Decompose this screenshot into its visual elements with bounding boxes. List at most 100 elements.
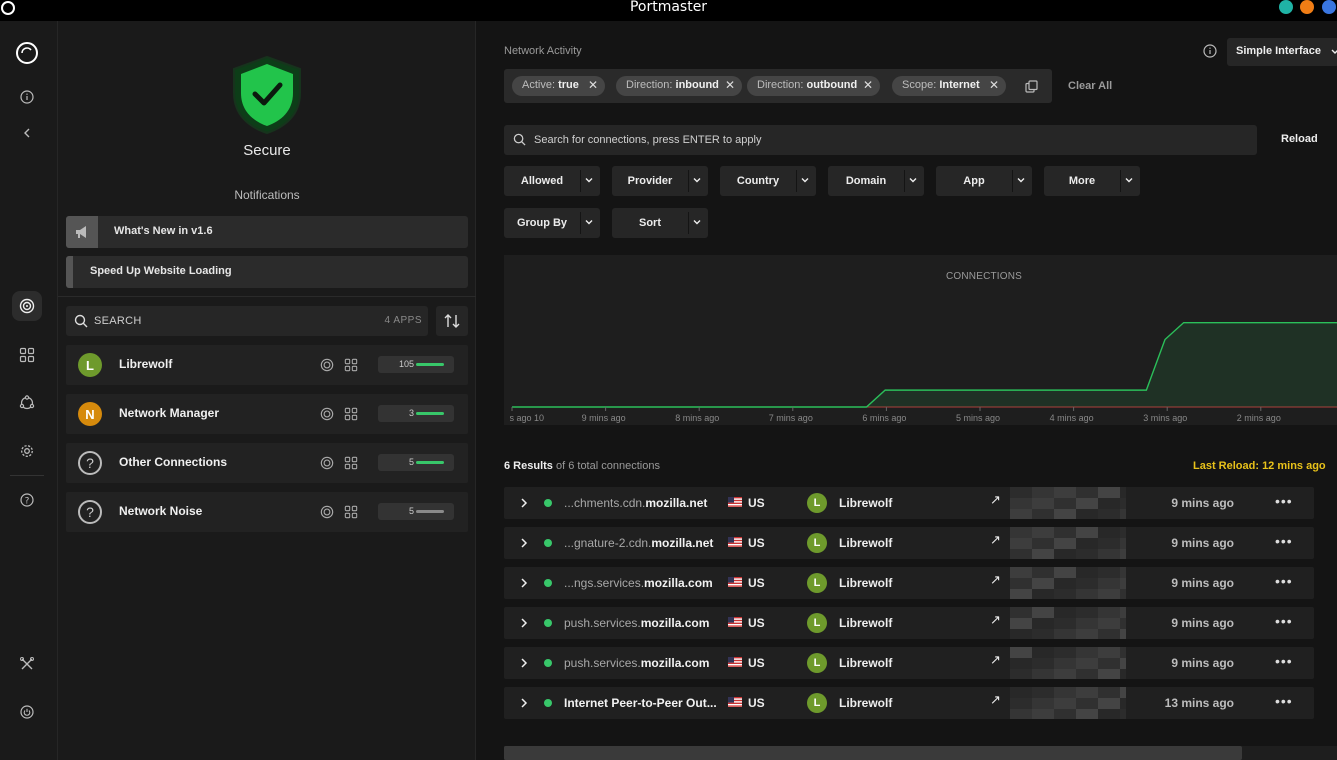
close-icon[interactable]: ✕ xyxy=(588,78,598,92)
more-options-icon[interactable]: ••• xyxy=(1275,653,1293,669)
chevron-down-icon[interactable] xyxy=(1124,175,1134,185)
chevron-left-icon xyxy=(24,128,30,138)
divider xyxy=(688,212,689,234)
radar-icon[interactable] xyxy=(320,505,334,519)
interface-mode-select[interactable]: Simple Interface xyxy=(1227,38,1337,66)
filter-chip-scope[interactable]: Scope: Internet ✕ xyxy=(892,76,1006,96)
nav-help[interactable]: ? xyxy=(12,485,42,515)
connection-row[interactable]: ...chments.cdn.mozilla.net US L Librewolf ↗ 9… xyxy=(504,487,1314,519)
clear-all-button[interactable]: Clear All xyxy=(1068,80,1112,92)
x-tick-label: 7 mins ago xyxy=(768,413,813,423)
nav-collapse[interactable] xyxy=(12,118,42,148)
x-tick-label: 8 mins ago xyxy=(675,413,720,423)
sort-filter-dropdown[interactable]: Sort xyxy=(612,208,708,238)
more-options-icon[interactable]: ••• xyxy=(1275,493,1293,509)
app-avatar: L xyxy=(807,573,827,593)
copy-icon[interactable] xyxy=(1025,80,1038,93)
nav-power[interactable] xyxy=(12,697,42,727)
nav-info[interactable] xyxy=(12,82,42,112)
minimize-button[interactable] xyxy=(1279,0,1293,14)
app-item-other-connections[interactable]: ? Other Connections 5 xyxy=(66,443,468,483)
chevron-right-icon[interactable] xyxy=(520,658,528,668)
app-search-input[interactable]: SEARCH 4 APPS xyxy=(66,306,428,336)
apps-grid-icon[interactable] xyxy=(344,456,358,470)
filter-chip-direction-outbound[interactable]: Direction: outbound ✕ xyxy=(747,76,880,96)
allowed-filter-dropdown[interactable]: Allowed xyxy=(504,166,600,196)
search-placeholder: SEARCH xyxy=(94,315,142,327)
app-item-network-manager[interactable]: N Network Manager 3 xyxy=(66,394,468,434)
us-flag-icon xyxy=(728,657,742,667)
group-by-filter-dropdown[interactable]: Group By xyxy=(504,208,600,238)
maximize-button[interactable] xyxy=(1300,0,1314,14)
connection-row[interactable]: ...ngs.services.mozilla.com US L Librewolf ↗… xyxy=(504,567,1314,599)
search-icon xyxy=(74,314,88,328)
divider xyxy=(796,170,797,192)
filter-chip-active[interactable]: Active: true ✕ xyxy=(512,76,605,96)
radar-icon[interactable] xyxy=(320,456,334,470)
radar-icon[interactable] xyxy=(320,358,334,372)
notification-accent xyxy=(66,256,73,288)
connection-domain: ...chments.cdn.mozilla.net xyxy=(564,496,708,510)
connection-time: 9 mins ago xyxy=(1171,656,1234,670)
domain-filter-dropdown[interactable]: Domain xyxy=(828,166,924,196)
close-icon[interactable]: ✕ xyxy=(989,78,999,92)
apps-grid-icon[interactable] xyxy=(344,358,358,372)
notification-speed-up[interactable]: Speed Up Website Loading xyxy=(66,256,468,288)
app-avatar: L xyxy=(78,353,102,377)
chevron-down-icon[interactable] xyxy=(692,217,702,227)
app-filter-dropdown[interactable]: App xyxy=(936,166,1032,196)
country-filter-dropdown[interactable]: Country xyxy=(720,166,816,196)
connection-row[interactable]: Internet Peer-to-Peer Out... US L Librewolf… xyxy=(504,687,1314,719)
nav-spn[interactable] xyxy=(12,388,42,418)
sort-button[interactable] xyxy=(436,306,468,336)
nav-network-monitor[interactable] xyxy=(12,291,42,321)
reload-button[interactable]: Reload xyxy=(1281,133,1318,145)
app-item-librewolf[interactable]: L Librewolf 105 xyxy=(66,345,468,385)
nav-settings[interactable] xyxy=(12,436,42,466)
chevron-down-icon[interactable] xyxy=(584,217,594,227)
more-options-icon[interactable]: ••• xyxy=(1275,693,1293,709)
x-tick-label: 3 mins ago xyxy=(1143,413,1188,423)
more-options-icon[interactable]: ••• xyxy=(1275,573,1293,589)
connection-row[interactable]: ...gnature-2.cdn.mozilla.net US L Librewolf… xyxy=(504,527,1314,559)
provider-filter-dropdown[interactable]: Provider xyxy=(612,166,708,196)
more-options-icon[interactable]: ••• xyxy=(1275,613,1293,629)
close-icon[interactable]: ✕ xyxy=(863,78,873,92)
chevron-right-icon[interactable] xyxy=(520,698,528,708)
nav-apps[interactable] xyxy=(12,340,42,370)
app-avatar: L xyxy=(807,653,827,673)
more-options-icon[interactable]: ••• xyxy=(1275,533,1293,549)
divider xyxy=(1120,170,1121,192)
chevron-right-icon[interactable] xyxy=(520,618,528,628)
apps-grid-icon[interactable] xyxy=(344,407,358,421)
connection-search-input[interactable]: Search for connections, press ENTER to a… xyxy=(504,125,1257,155)
chevron-down-icon[interactable] xyxy=(1016,175,1026,185)
divider xyxy=(688,170,689,192)
chevron-down-icon[interactable] xyxy=(800,175,810,185)
connection-row[interactable]: push.services.mozilla.com US L Librewolf ↗ 9 … xyxy=(504,607,1314,639)
more-filter-dropdown[interactable]: More xyxy=(1044,166,1140,196)
horizontal-scrollbar[interactable] xyxy=(504,746,1337,760)
chevron-right-icon[interactable] xyxy=(520,498,528,508)
nav-tools[interactable] xyxy=(12,649,42,679)
us-flag-icon xyxy=(728,697,742,707)
radar-icon[interactable] xyxy=(320,407,334,421)
close-button[interactable] xyxy=(1322,0,1336,14)
connection-row[interactable]: push.services.mozilla.com US L Librewolf ↗ 9 … xyxy=(504,647,1314,679)
chevron-down-icon[interactable] xyxy=(692,175,702,185)
nav-home-logo[interactable] xyxy=(12,38,42,68)
app-item-network-noise[interactable]: ? Network Noise 5 xyxy=(66,492,468,532)
apps-grid-icon[interactable] xyxy=(344,505,358,519)
dropdown-label: Allowed xyxy=(520,175,564,187)
chevron-right-icon[interactable] xyxy=(520,578,528,588)
info-icon[interactable] xyxy=(1203,44,1217,58)
chevron-down-icon[interactable] xyxy=(584,175,594,185)
network-activity-panel: Network Activity Simple Interface Active… xyxy=(477,21,1337,760)
outgoing-arrow-icon: ↗ xyxy=(990,692,1001,707)
scrollbar-thumb[interactable] xyxy=(504,746,1242,760)
close-icon[interactable]: ✕ xyxy=(725,78,735,92)
notification-whats-new[interactable]: What's New in v1.6 xyxy=(66,216,468,248)
chevron-right-icon[interactable] xyxy=(520,538,528,548)
chevron-down-icon[interactable] xyxy=(908,175,918,185)
filter-chip-direction-inbound[interactable]: Direction: inbound ✕ xyxy=(616,76,742,96)
